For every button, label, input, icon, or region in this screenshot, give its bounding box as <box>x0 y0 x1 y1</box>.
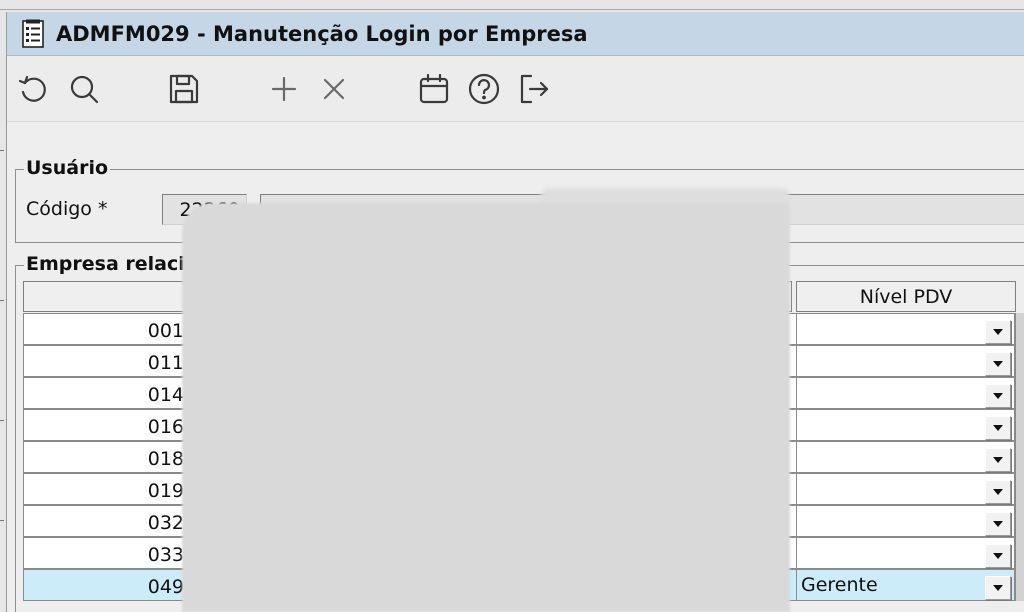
nivel-pdv-dropdown[interactable] <box>796 441 1015 473</box>
dropdown-button[interactable] <box>985 544 1011 568</box>
background-tick <box>0 520 4 521</box>
dropdown-button[interactable] <box>985 512 1011 536</box>
chevron-down-icon <box>993 329 1003 335</box>
toolbar <box>7 57 1024 121</box>
document-list-icon <box>22 19 44 48</box>
background-tick <box>0 150 4 151</box>
nivel-pdv-dropdown[interactable] <box>796 537 1015 569</box>
empresa-code-cell[interactable]: 016 <box>23 409 189 441</box>
chevron-down-icon <box>993 425 1003 431</box>
dropdown-button[interactable] <box>985 320 1011 344</box>
empresa-code-cell[interactable]: 049 <box>23 569 189 601</box>
empresa-code-cell[interactable]: 019 <box>23 473 189 505</box>
chevron-down-icon <box>993 457 1003 463</box>
add-button[interactable] <box>265 70 303 108</box>
search-button[interactable] <box>65 70 103 108</box>
background-divider <box>0 9 1024 10</box>
refresh-button[interactable] <box>15 70 53 108</box>
background-tick <box>0 300 4 301</box>
plus-icon <box>271 76 297 102</box>
chevron-down-icon <box>993 553 1003 559</box>
dropdown-button[interactable] <box>985 448 1011 472</box>
row-end-cell <box>1015 441 1024 473</box>
exit-arrow-icon <box>520 74 549 104</box>
empresa-code-cell[interactable]: 001 <box>23 313 189 345</box>
nivel-pdv-dropdown[interactable] <box>796 473 1015 505</box>
nivel-pdv-value: Gerente <box>801 574 878 596</box>
magnifier-icon <box>70 75 99 104</box>
close-x-icon <box>323 78 345 100</box>
dropdown-button[interactable] <box>985 480 1011 504</box>
chevron-down-icon <box>993 521 1003 527</box>
nivel-pdv-dropdown[interactable] <box>796 377 1015 409</box>
delete-button[interactable] <box>315 70 353 108</box>
window-title: ADMFM029 - Manutenção Login por Empresa <box>56 22 588 46</box>
title-bar[interactable]: ADMFM029 - Manutenção Login por Empresa <box>7 12 1024 56</box>
nivel-pdv-dropdown[interactable]: Gerente <box>796 569 1015 601</box>
usuario-legend: Usuário <box>24 157 111 179</box>
row-end-cell <box>1015 409 1024 441</box>
empresa-code-cell[interactable]: 014 <box>23 377 189 409</box>
exit-button[interactable] <box>515 70 553 108</box>
nivel-pdv-dropdown[interactable] <box>796 313 1015 345</box>
chevron-down-icon <box>993 361 1003 367</box>
calendar-button[interactable] <box>415 70 453 108</box>
row-end-cell <box>1015 505 1024 537</box>
row-end-cell <box>1015 537 1024 569</box>
chevron-down-icon <box>993 585 1003 591</box>
redacted-company-names <box>182 203 790 612</box>
dropdown-button[interactable] <box>985 352 1011 376</box>
dropdown-button[interactable] <box>985 576 1011 600</box>
empresa-code-cell[interactable]: 018 <box>23 441 189 473</box>
floppy-disk-icon <box>169 74 199 104</box>
empresa-code-cell[interactable]: 032 <box>23 505 189 537</box>
chevron-down-icon <box>993 393 1003 399</box>
nivel-pdv-dropdown[interactable] <box>796 409 1015 441</box>
codigo-label: Código * <box>26 198 108 220</box>
undo-arrow-icon <box>18 75 46 102</box>
help-button[interactable] <box>465 70 503 108</box>
question-circle-icon <box>468 73 500 105</box>
nivel-pdv-dropdown[interactable] <box>796 345 1015 377</box>
background-tick <box>0 420 4 421</box>
empresa-code-cell[interactable]: 011 <box>23 345 189 377</box>
row-end-cell <box>1015 313 1024 345</box>
row-end-cell <box>1015 569 1024 601</box>
dropdown-button[interactable] <box>985 416 1011 440</box>
row-end-cell <box>1015 345 1024 377</box>
row-end-cell <box>1015 473 1024 505</box>
column-header-nivel-pdv[interactable]: Nível PDV <box>796 281 1016 312</box>
chevron-down-icon <box>993 489 1003 495</box>
row-end-cell <box>1015 377 1024 409</box>
empresa-code-cell[interactable]: 033 <box>23 537 189 569</box>
nivel-pdv-dropdown[interactable] <box>796 505 1015 537</box>
dropdown-button[interactable] <box>985 384 1011 408</box>
save-button[interactable] <box>165 70 203 108</box>
calendar-icon <box>419 73 449 104</box>
